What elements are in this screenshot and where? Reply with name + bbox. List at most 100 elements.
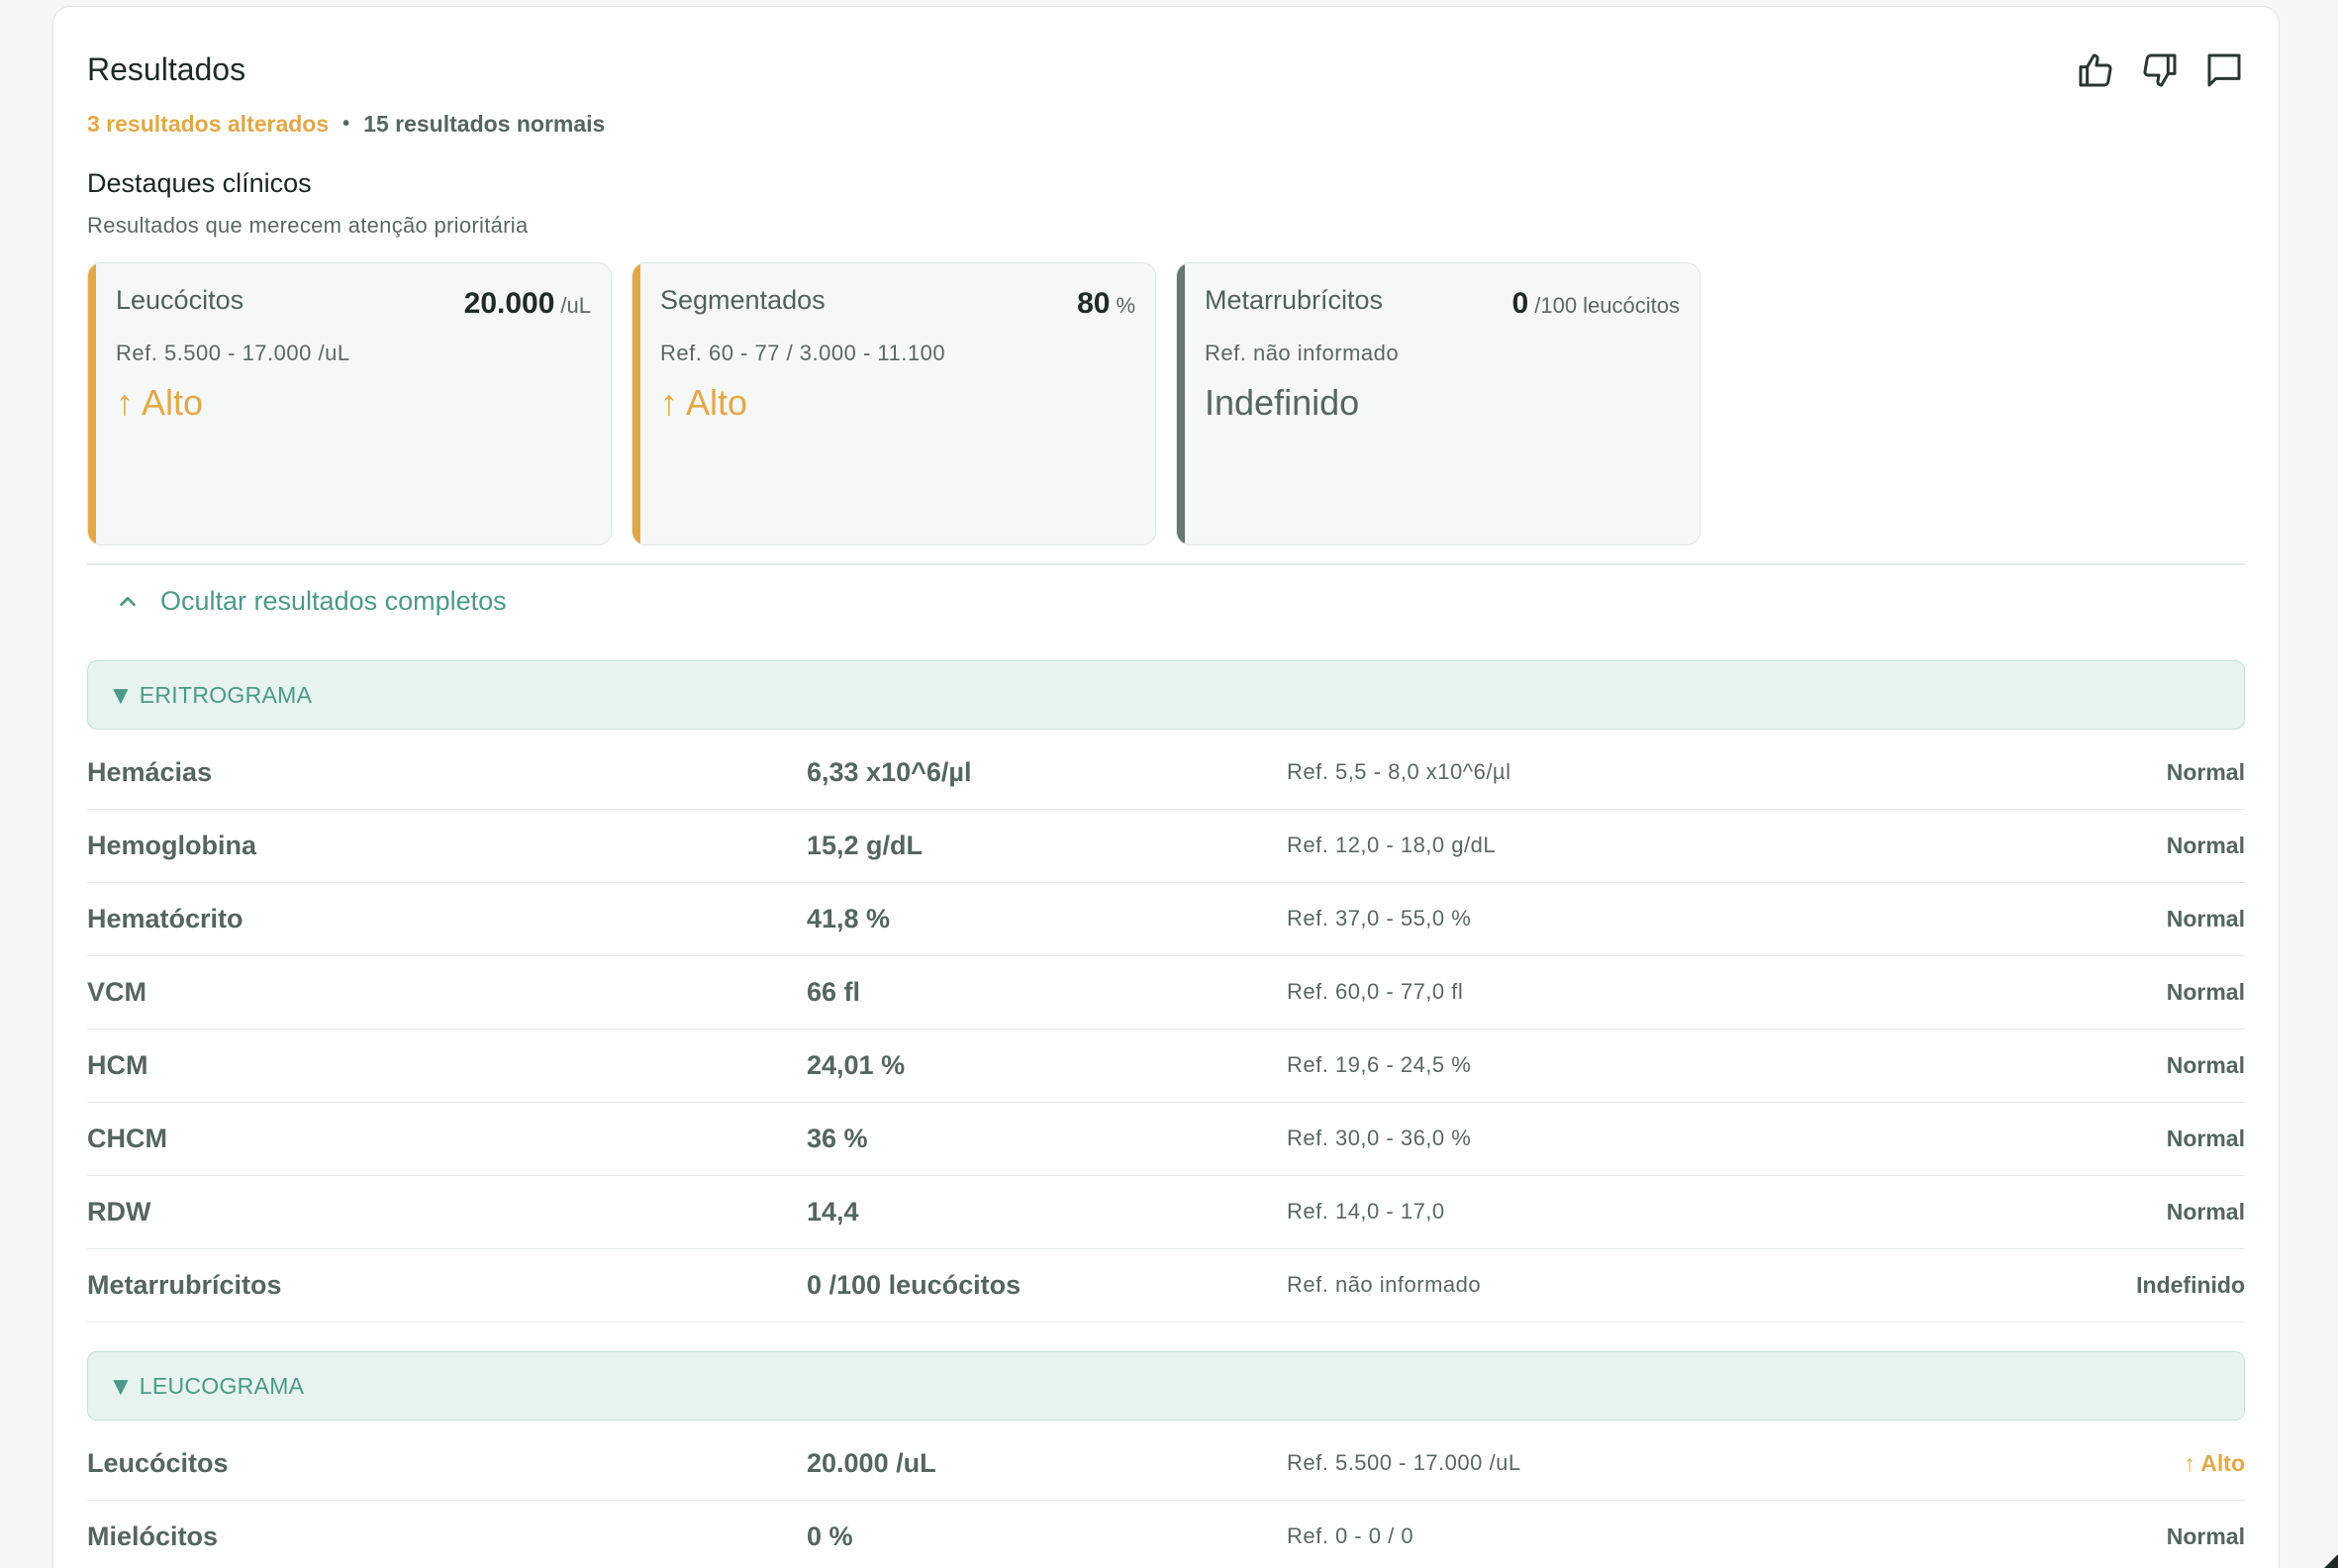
row-name: CHCM: [87, 1124, 167, 1153]
comment-button[interactable]: [2202, 49, 2245, 91]
feedback-actions: [2074, 49, 2245, 91]
normal-count: 15 resultados normais: [363, 111, 606, 137]
highlights-title: Destaques clínicos: [87, 168, 312, 198]
row-ref: Ref. 14,0 - 17,0: [1287, 1199, 1445, 1224]
row-ref: Ref. 60,0 - 77,0 fl: [1287, 979, 1464, 1004]
highlight-name: Leucócitos: [116, 285, 244, 315]
table-row: Metarrubrícitos 0 /100 leucócitos Ref. n…: [87, 1249, 2245, 1323]
row-ref: Ref. 0 - 0 / 0: [1287, 1523, 1414, 1548]
highlight-name: Metarrubrícitos: [1205, 285, 1384, 315]
row-ref: Ref. 19,6 - 24,5 %: [1287, 1052, 1472, 1077]
row-ref: Ref. 12,0 - 18,0 g/dL: [1287, 833, 1497, 857]
table-row: RDW 14,4 Ref. 14,0 - 17,0 Normal: [87, 1176, 2245, 1249]
highlight-value-number: 20.000: [463, 287, 555, 320]
altered-count: 3 resultados alterados: [87, 111, 330, 137]
chevron-up-icon: [120, 596, 136, 606]
status-bar: [88, 263, 96, 544]
row-name: Hemácias: [87, 757, 213, 787]
triangle-down-icon: ▼: [108, 679, 134, 710]
row-ref: Ref. 5.500 - 17.000 /uL: [1287, 1450, 1521, 1475]
highlight-cards: Leucócitos 20.000/uL Ref. 5.500 - 17.000…: [87, 262, 1701, 545]
row-status: Normal: [2166, 979, 2245, 1005]
row-ref: Ref. 37,0 - 55,0 %: [1287, 906, 1472, 931]
row-value: 24,01 %: [807, 1050, 906, 1080]
table-row: Hemácias 6,33 x10^6/µl Ref. 5,5 - 8,0 x1…: [87, 736, 2245, 810]
row-name: RDW: [87, 1197, 151, 1226]
highlight-status: ↑ Alto: [116, 382, 204, 423]
table-row: Mielócitos 0 % Ref. 0 - 0 / 0 Normal: [87, 1501, 2245, 1568]
row-ref: Ref. 30,0 - 36,0 %: [1287, 1126, 1472, 1150]
thumbs-down-button[interactable]: [2138, 49, 2181, 91]
results-card: Resultados 3 resultados alterados • 15 r…: [52, 6, 2280, 1568]
table-row: Leucócitos 20.000 /uL Ref. 5.500 - 17.00…: [87, 1427, 2245, 1501]
highlights-subtitle: Resultados que merecem atenção prioritár…: [87, 213, 529, 238]
row-name: Mielócitos: [87, 1521, 219, 1551]
row-value: 66 fl: [807, 977, 861, 1007]
highlight-name: Segmentados: [660, 285, 826, 315]
highlight-ref: Ref. 5.500 - 17.000 /uL: [116, 341, 350, 365]
divider: [87, 563, 2245, 565]
row-name: Hematócrito: [87, 904, 244, 933]
highlight-card-leucocitos[interactable]: Leucócitos 20.000/uL Ref. 5.500 - 17.000…: [87, 262, 612, 545]
highlight-value-number: 80: [1077, 287, 1111, 320]
highlight-status: Indefinido: [1205, 382, 1360, 423]
results-summary: 3 resultados alterados • 15 resultados n…: [87, 108, 605, 140]
thumbs-down-icon: [2143, 52, 2176, 86]
section-header-eritrograma[interactable]: ▼ ERITROGRAMA: [87, 660, 2245, 730]
row-value: 0 /100 leucócitos: [807, 1270, 1022, 1300]
summary-separator: •: [342, 113, 350, 135]
row-name: Leucócitos: [87, 1448, 229, 1478]
section-label: LEUCOGRAMA: [139, 1372, 305, 1399]
row-value: 0 %: [807, 1521, 853, 1551]
highlight-unit: /uL: [560, 293, 591, 318]
row-name: VCM: [87, 977, 146, 1007]
page-title: Resultados: [87, 51, 246, 87]
row-status: Normal: [2166, 1523, 2245, 1549]
row-value: 20.000 /uL: [807, 1448, 936, 1478]
highlight-ref: Ref. 60 - 77 / 3.000 - 11.100: [660, 341, 946, 365]
row-status: Indefinido: [2136, 1272, 2245, 1298]
status-bar: [633, 263, 640, 544]
highlight-status: ↑ Alto: [660, 382, 748, 423]
comment-icon: [2207, 53, 2240, 86]
thumbs-up-button[interactable]: [2074, 49, 2116, 91]
row-value: 14,4: [807, 1197, 859, 1226]
status-bar: [1177, 263, 1185, 544]
table-row: CHCM 36 % Ref. 30,0 - 36,0 % Normal: [87, 1103, 2245, 1176]
highlight-value: 0/100 leucócitos: [1512, 287, 1680, 321]
row-status: Normal: [2166, 1126, 2245, 1151]
table-row: Hematócrito 41,8 % Ref. 37,0 - 55,0 % No…: [87, 883, 2245, 956]
toggle-full-results-button[interactable]: Ocultar resultados completos: [117, 586, 507, 617]
row-name: HCM: [87, 1050, 148, 1080]
row-status: Normal: [2166, 759, 2245, 785]
table-row: Hemoglobina 15,2 g/dL Ref. 12,0 - 18,0 g…: [87, 810, 2245, 883]
table-row: HCM 24,01 % Ref. 19,6 - 24,5 % Normal: [87, 1029, 2245, 1103]
highlight-ref: Ref. não informado: [1205, 341, 1400, 365]
highlight-unit: /100 leucócitos: [1534, 293, 1680, 318]
highlight-card-segmentados[interactable]: Segmentados 80% Ref. 60 - 77 / 3.000 - 1…: [632, 262, 1156, 545]
section-header-leucograma[interactable]: ▼ LEUCOGRAMA: [87, 1351, 2245, 1421]
row-status: Normal: [2166, 1199, 2245, 1225]
thumbs-up-icon: [2079, 53, 2111, 87]
row-status: Normal: [2166, 833, 2245, 858]
row-value: 41,8 %: [807, 904, 891, 933]
highlight-unit: %: [1116, 293, 1135, 318]
row-status: Normal: [2166, 1052, 2245, 1078]
triangle-down-icon: ▼: [108, 1370, 134, 1401]
section-label: ERITROGRAMA: [139, 681, 313, 708]
row-ref: Ref. não informado: [1287, 1272, 1482, 1297]
toggle-label: Ocultar resultados completos: [160, 586, 507, 616]
row-value: 6,33 x10^6/µl: [807, 757, 972, 787]
row-value: 15,2 g/dL: [807, 831, 924, 860]
row-status: Normal: [2166, 906, 2245, 931]
row-ref: Ref. 5,5 - 8,0 x10^6/µl: [1287, 759, 1511, 784]
highlight-value: 80%: [1077, 287, 1135, 321]
row-status: ↑ Alto: [2184, 1450, 2245, 1476]
row-name: Metarrubrícitos: [87, 1270, 282, 1300]
highlight-value-number: 0: [1511, 287, 1529, 320]
row-value: 36 %: [807, 1124, 868, 1153]
highlight-card-metarrubricitos[interactable]: Metarrubrícitos 0/100 leucócitos Ref. nã…: [1176, 262, 1701, 545]
highlight-value: 20.000/uL: [464, 287, 591, 321]
row-name: Hemoglobina: [87, 831, 257, 860]
table-row: VCM 66 fl Ref. 60,0 - 77,0 fl Normal: [87, 956, 2245, 1029]
